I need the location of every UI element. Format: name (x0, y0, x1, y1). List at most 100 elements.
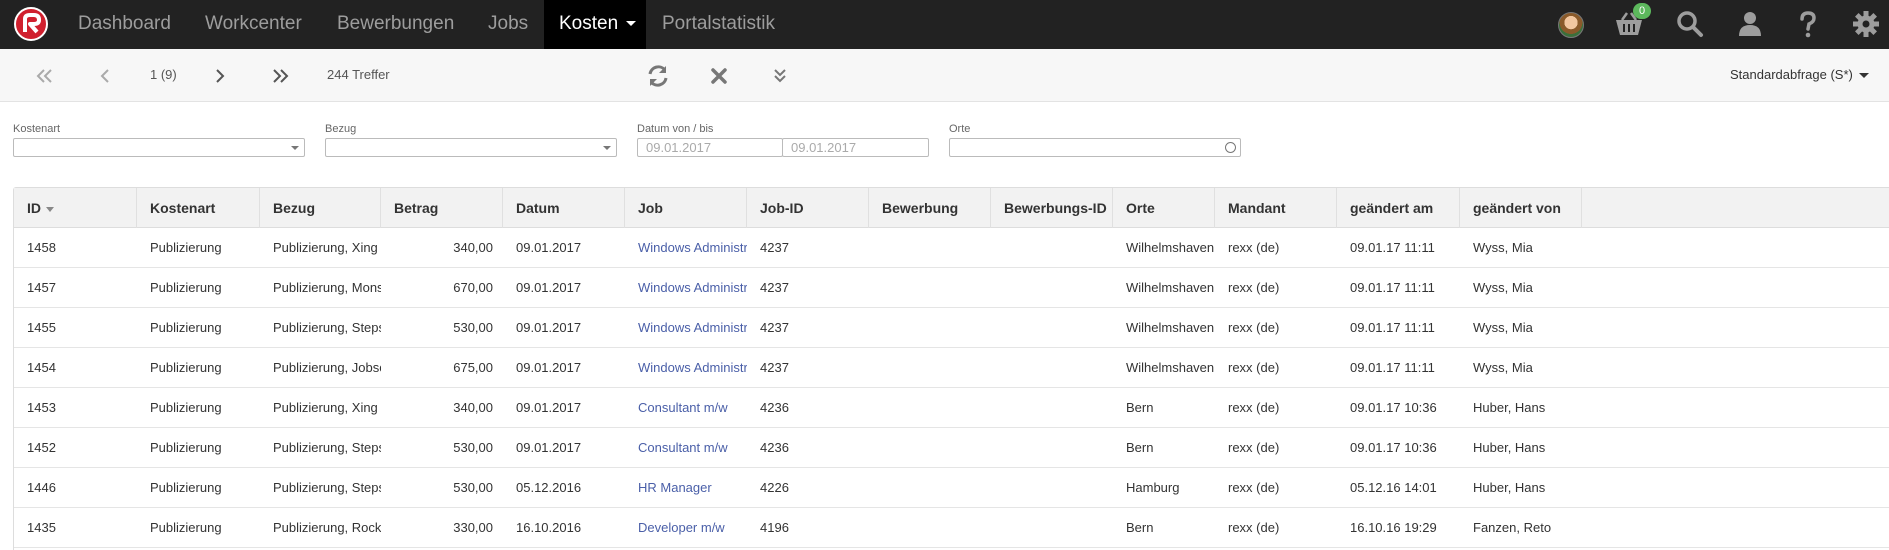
nav-workcenter[interactable]: Workcenter (192, 0, 312, 49)
bezug-select[interactable] (325, 138, 617, 157)
cell-betrag: 670,00 (453, 280, 493, 295)
clear-filter-icon[interactable] (706, 63, 732, 89)
nav-jobs[interactable]: Jobs (475, 0, 535, 49)
cell-id: 1457 (27, 280, 56, 295)
kostenart-select[interactable] (13, 138, 305, 157)
cell-job-id: 4237 (760, 280, 789, 295)
cell-id: 1455 (27, 320, 56, 335)
cell-orte: Bern (1126, 440, 1154, 455)
cell-betrag: 530,00 (453, 320, 493, 335)
column-header-label: Kostenart (150, 200, 216, 216)
cell-geaendert-am: 16.10.16 19:29 (1350, 520, 1437, 535)
table-row[interactable]: 1454 Publizierung Publizierung, Jobscout 67… (14, 348, 1889, 388)
cell-kostenart: Publizierung (150, 480, 222, 495)
cell-job[interactable]: Consultant m/w (625, 428, 747, 468)
table-row[interactable]: 1457 Publizierung Publizierung, Monster 670… (14, 268, 1889, 308)
next-page-icon[interactable] (207, 63, 233, 89)
cell-mandant: rexx (de) (1228, 480, 1280, 495)
cell-bewerbungs-id (991, 308, 1113, 348)
cell-job[interactable]: Windows Administrator (625, 308, 747, 348)
cell-job[interactable]: Windows Administrator (625, 268, 747, 308)
column-header-bewerbungs-id[interactable]: Bewerbungs-ID (991, 188, 1113, 228)
column-header-betrag[interactable]: Betrag (381, 188, 503, 228)
cell-job-id: 4237 (760, 360, 789, 375)
refresh-icon[interactable] (645, 63, 671, 89)
filter-label-bezug: Bezug (325, 123, 357, 135)
avatar[interactable] (1558, 12, 1584, 38)
cell-betrag: 340,00 (453, 400, 493, 415)
cell-id: 1454 (27, 360, 56, 375)
column-header-label: Betrag (394, 200, 439, 216)
search-icon (1225, 142, 1236, 153)
column-header-datum[interactable]: Datum (503, 188, 625, 228)
column-header-bewerbung[interactable]: Bewerbung (869, 188, 991, 228)
column-header-label: Bewerbung (882, 200, 959, 216)
last-page-icon[interactable] (268, 63, 294, 89)
user-icon[interactable] (1737, 10, 1763, 38)
column-header-id[interactable]: ID (14, 188, 137, 228)
chevron-down-icon (626, 21, 637, 27)
cell-job[interactable]: Developer m/w (625, 508, 747, 548)
nav-kosten[interactable]: Kosten (544, 0, 646, 49)
cell-job[interactable]: Windows Administrator (625, 348, 747, 388)
column-header-geaendert-von[interactable]: geändert von (1460, 188, 1582, 228)
column-header-bezug[interactable]: Bezug (260, 188, 381, 228)
cell-mandant: rexx (de) (1228, 400, 1280, 415)
nav-label: Bewerbungen (337, 13, 455, 34)
cell-orte: Wilhelmshaven (1126, 320, 1215, 335)
table-row[interactable]: 1446 Publizierung Publizierung, Stepstone 5… (14, 468, 1889, 508)
cell-job[interactable]: Windows Administrator (625, 228, 747, 268)
column-header-label: Job (638, 200, 663, 216)
page-indicator: 1 (9) (150, 67, 177, 82)
orte-search-field[interactable] (949, 138, 1241, 157)
cell-geaendert-von: Wyss, Mia (1473, 280, 1533, 295)
nav-portalstatistik[interactable]: Portalstatistik (649, 0, 789, 49)
cell-geaendert-von: Huber, Hans (1473, 440, 1546, 455)
search-icon[interactable] (1676, 10, 1704, 38)
column-header-label: Bezug (273, 200, 315, 216)
cell-betrag: 330,00 (453, 520, 493, 535)
table-row[interactable]: 1452 Publizierung Publizierung, Stepstone 5… (14, 428, 1889, 468)
first-page-icon[interactable] (31, 63, 57, 89)
column-header-job[interactable]: Job (625, 188, 747, 228)
datum-from-field[interactable]: 09.01.2017 (637, 138, 783, 157)
cell-job[interactable]: HR Manager (625, 468, 747, 508)
hits-count: 244 Treffer (327, 67, 390, 82)
gear-icon[interactable] (1852, 10, 1880, 38)
table-row[interactable]: 1453 Publizierung Publizierung, Xing 340,00… (14, 388, 1889, 428)
table-row[interactable]: 1458 Publizierung Publizierung, Xing 340,00… (14, 228, 1889, 268)
column-header-job-id[interactable]: Job-ID (747, 188, 869, 228)
table-header: ID Kostenart Bezug Betrag Datum Job Job-… (14, 188, 1889, 228)
table-row[interactable]: 1455 Publizierung Publizierung, Stepstone 5… (14, 308, 1889, 348)
cell-datum: 16.10.2016 (516, 520, 582, 535)
cell-bewerbung (869, 348, 991, 388)
cell-job[interactable]: Consultant m/w (625, 388, 747, 428)
datum-to-field[interactable]: 09.01.2017 (782, 138, 929, 157)
column-header-label: geändert am (1350, 200, 1434, 216)
column-header-kostenart[interactable]: Kostenart (137, 188, 260, 228)
column-header-label: Datum (516, 200, 560, 216)
prev-page-icon[interactable] (92, 63, 118, 89)
cell-geaendert-von: Wyss, Mia (1473, 240, 1533, 255)
column-header-orte[interactable]: Orte (1113, 188, 1215, 228)
datum-to-placeholder: 09.01.2017 (791, 140, 857, 155)
cell-bewerbung (869, 228, 991, 268)
help-icon[interactable] (1798, 10, 1818, 38)
nav-bewerbungen[interactable]: Bewerbungen (324, 0, 464, 49)
query-selector[interactable]: Standardabfrage (S*) (1730, 67, 1869, 82)
table-row[interactable]: 1435 Publizierung Publizierung, Rocket 330,… (14, 508, 1889, 548)
cell-datum: 09.01.2017 (516, 400, 582, 415)
cell-bezug: Publizierung, Rocket (273, 520, 381, 535)
cell-orte: Bern (1126, 520, 1154, 535)
expand-filter-icon[interactable] (767, 63, 793, 89)
logo-icon[interactable] (14, 7, 48, 41)
cell-bewerbungs-id (991, 388, 1113, 428)
nav-label: Workcenter (205, 13, 302, 34)
datum-from-placeholder: 09.01.2017 (646, 140, 712, 155)
column-header-geaendert-am[interactable]: geändert am (1337, 188, 1460, 228)
nav-dashboard[interactable]: Dashboard (64, 0, 171, 49)
cell-job-id: 4226 (760, 480, 789, 495)
cell-orte: Bern (1126, 400, 1154, 415)
cell-geaendert-von: Huber, Hans (1473, 400, 1546, 415)
column-header-mandant[interactable]: Mandant (1215, 188, 1337, 228)
